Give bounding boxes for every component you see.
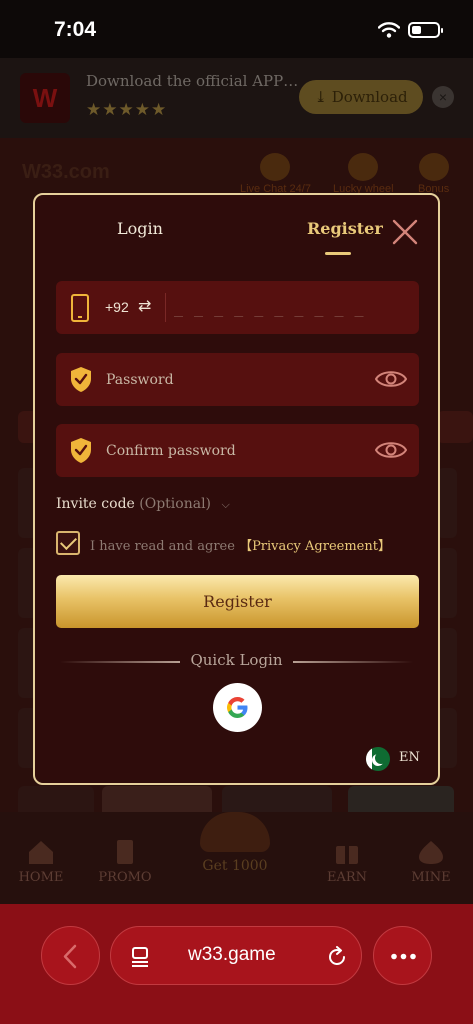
password-field: [56, 353, 419, 406]
tab-login[interactable]: Login: [117, 219, 163, 238]
invite-optional-label: (Optional): [139, 496, 212, 512]
phone-input[interactable]: [174, 294, 404, 322]
phone-field: +92 ⇄: [56, 281, 419, 334]
google-icon: [227, 697, 248, 718]
rating-stars: ★★★★★: [86, 100, 168, 120]
tab-register[interactable]: Register: [307, 219, 383, 238]
home-icon: [29, 841, 53, 864]
quick-login-label: Quick Login: [190, 651, 283, 669]
chevron-down-icon: ⌵: [221, 498, 230, 511]
bottom-nav: HOME PROMO Get 1000 EARN MINE: [0, 812, 473, 904]
game-tile: [437, 548, 457, 618]
confirm-password-input[interactable]: [106, 437, 366, 465]
google-login-button[interactable]: [213, 683, 262, 732]
nav-get-bonus[interactable]: Get 1000: [185, 812, 285, 874]
status-bar: 7:04: [0, 0, 473, 58]
language-selector[interactable]: EN: [399, 750, 420, 765]
confirm-password-field: [56, 424, 419, 477]
game-tile: [437, 628, 457, 698]
eye-icon[interactable]: [375, 438, 407, 462]
download-icon: ⤓: [314, 88, 332, 106]
register-modal: Login Register +92 ⇄ _ _ _ _ _ _ _ _ _ _…: [33, 193, 440, 785]
nav-mine[interactable]: MINE: [391, 838, 471, 885]
nav-promo[interactable]: PROMO: [85, 838, 165, 885]
divider-line: [293, 661, 413, 663]
banner-close-icon[interactable]: ×: [432, 86, 454, 108]
back-icon: [63, 944, 77, 969]
shield-icon: [71, 438, 91, 463]
gift-icon: [418, 153, 449, 181]
browser-toolbar: w33.game: [0, 904, 473, 1024]
wifi-icon: [378, 22, 400, 38]
app-banner-text: Download the official APP…: [86, 72, 299, 90]
download-button[interactable]: ⤓ Download: [299, 80, 423, 114]
privacy-agreement-link[interactable]: 【Privacy Agreement】: [239, 539, 391, 554]
app-download-banner: W Download the official APP… ★★★★★ ⤓ Dow…: [0, 58, 473, 138]
download-label: Download: [331, 88, 408, 106]
game-tile: [437, 708, 457, 768]
user-icon: [419, 841, 443, 864]
back-button[interactable]: [41, 926, 100, 985]
app-logo: W: [20, 73, 70, 123]
register-button[interactable]: Register: [56, 575, 419, 628]
password-input[interactable]: [106, 366, 366, 394]
nav-mine-label: MINE: [411, 870, 451, 885]
wheel-icon: [348, 153, 379, 181]
close-icon[interactable]: [390, 217, 420, 247]
nav-promo-label: PROMO: [98, 870, 152, 885]
agreement-text: I have read and agree 【Privacy Agreement…: [90, 535, 391, 554]
headset-icon: [260, 153, 291, 181]
nav-home-label: HOME: [18, 870, 64, 885]
agreement-label: I have read and agree: [90, 539, 240, 554]
invite-code-toggle[interactable]: Invite code (Optional) ⌵: [56, 496, 230, 512]
nav-earn-label: EARN: [326, 870, 368, 885]
nav-earn[interactable]: EARN: [307, 838, 387, 885]
background-tab: [437, 411, 473, 443]
nav-home[interactable]: HOME: [1, 838, 81, 885]
nav-get-label: Get 1000: [202, 858, 268, 874]
eye-icon[interactable]: [375, 367, 407, 391]
flag-icon[interactable]: [366, 747, 390, 771]
url-bar[interactable]: w33.game: [110, 926, 362, 985]
country-code-selector[interactable]: +92: [105, 299, 129, 315]
phone-icon: [71, 294, 89, 322]
game-tile: [437, 468, 457, 538]
more-icon: [391, 953, 416, 960]
field-divider: [165, 293, 166, 322]
shield-icon: [71, 367, 91, 392]
more-button[interactable]: [373, 926, 432, 985]
wheel-icon: [200, 812, 270, 852]
promo-icon: [117, 840, 133, 864]
swap-icon[interactable]: ⇄: [138, 296, 151, 315]
site-header: W33.com Live Chat 24/7 Lucky wheel Bonus: [0, 153, 473, 198]
divider-line: [60, 661, 180, 663]
gift-icon: [336, 840, 358, 864]
tabs-icon: [132, 947, 148, 967]
lucky-wheel-link[interactable]: Lucky wheel: [333, 153, 394, 195]
invite-label: Invite code: [56, 496, 135, 512]
reload-icon[interactable]: [326, 946, 348, 968]
url-text: w33.game: [188, 944, 276, 965]
agree-checkbox[interactable]: [56, 531, 80, 555]
live-chat-link[interactable]: Live Chat 24/7: [240, 153, 311, 195]
active-tab-indicator: [325, 252, 351, 255]
battery-icon: [408, 22, 443, 38]
bonus-link[interactable]: Bonus: [418, 153, 449, 195]
status-time: 7:04: [54, 18, 97, 41]
site-logo: W33.com: [22, 161, 110, 183]
